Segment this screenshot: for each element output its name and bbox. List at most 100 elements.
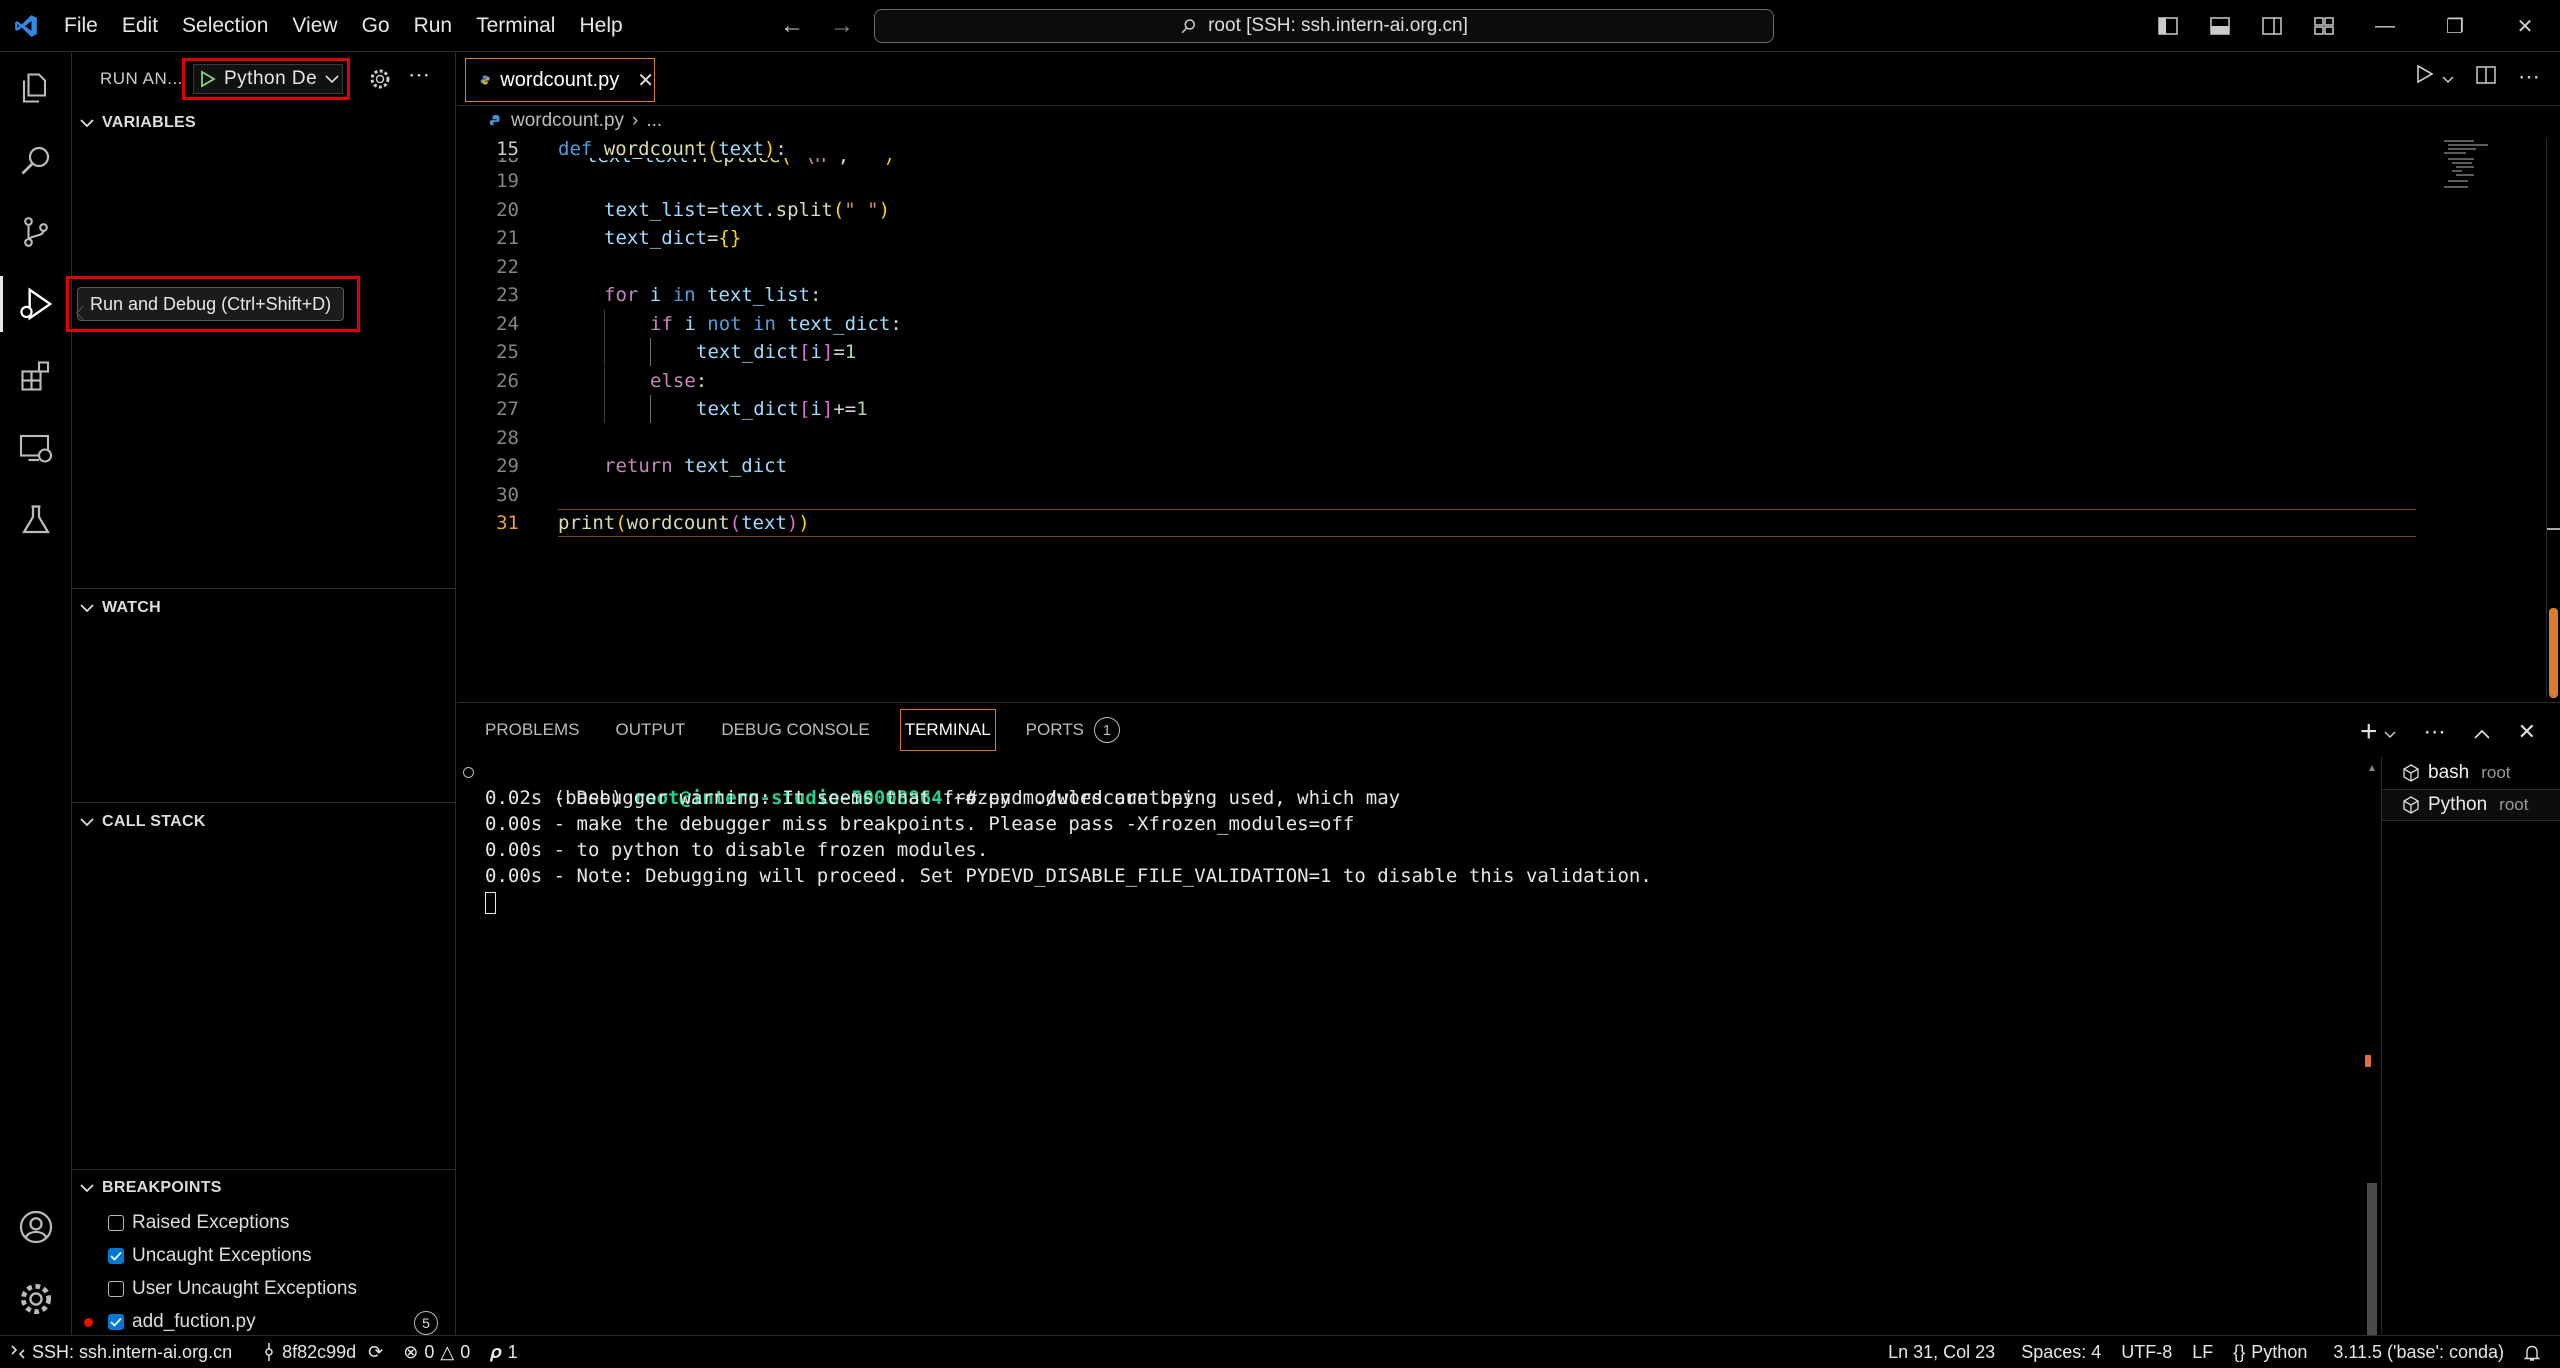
sync-icon[interactable]: ⟳ bbox=[368, 1342, 383, 1363]
terminal-list-item-python[interactable]: Python root bbox=[2382, 789, 2560, 821]
panel-more-actions-icon[interactable]: ⋯ bbox=[2424, 719, 2446, 745]
minimap[interactable] bbox=[2440, 138, 2520, 198]
manage-gear-icon[interactable] bbox=[0, 1263, 72, 1335]
editor-tabs: wordcount.py ✕ ⋯ bbox=[457, 52, 2560, 106]
source-control-icon[interactable] bbox=[0, 196, 72, 268]
breakpoint-label: User Uncaught Exceptions bbox=[132, 1277, 357, 1299]
sticky-scroll-line[interactable]: 15 def wordcount(text): bbox=[457, 138, 2417, 160]
customize-layout-icon[interactable] bbox=[2298, 0, 2350, 52]
encoding[interactable]: UTF-8 bbox=[2111, 1336, 2182, 1368]
menu-terminal[interactable]: Terminal bbox=[464, 0, 567, 52]
launch-config-label: Python De bbox=[224, 68, 318, 89]
terminal-scroll-marker bbox=[2365, 1055, 2371, 1067]
checkbox[interactable] bbox=[108, 1214, 124, 1231]
split-editor-icon[interactable] bbox=[2476, 64, 2496, 90]
run-python-file-icon[interactable] bbox=[2416, 64, 2434, 90]
checkbox[interactable] bbox=[108, 1280, 124, 1297]
line-number: 21 bbox=[496, 227, 519, 250]
more-actions-icon[interactable]: ⋯ bbox=[408, 62, 431, 88]
command-decoration-icon[interactable] bbox=[463, 767, 474, 778]
editor-scrollbar[interactable] bbox=[2546, 138, 2560, 698]
tab-ports[interactable]: PORTS 1 bbox=[1026, 709, 1120, 751]
menu-view[interactable]: View bbox=[280, 0, 349, 52]
menu-help[interactable]: Help bbox=[567, 0, 634, 52]
language-mode[interactable]: {} Python bbox=[2223, 1336, 2317, 1368]
breakpoints-header[interactable]: BREAKPOINTS bbox=[72, 1170, 456, 1206]
call-stack-section: CALL STACK bbox=[72, 802, 456, 1182]
checkbox-checked[interactable] bbox=[108, 1313, 124, 1330]
notifications-bell-icon[interactable] bbox=[2514, 1336, 2550, 1368]
terminal-list-item-bash[interactable]: bash root bbox=[2382, 757, 2560, 789]
tab-output[interactable]: OUTPUT bbox=[615, 709, 685, 751]
forward-arrow-icon[interactable]: → bbox=[830, 12, 854, 40]
toggle-panel-icon[interactable] bbox=[2194, 0, 2246, 52]
close-window-icon[interactable]: ✕ bbox=[2490, 0, 2560, 52]
toggle-secondary-sidebar-icon[interactable] bbox=[2246, 0, 2298, 52]
tab-label: DEBUG CONSOLE bbox=[721, 720, 870, 739]
back-arrow-icon[interactable]: ← bbox=[780, 12, 804, 40]
accounts-icon[interactable] bbox=[0, 1191, 72, 1263]
tab-wordcount[interactable]: wordcount.py ✕ bbox=[465, 58, 655, 102]
menu-run[interactable]: Run bbox=[402, 0, 465, 52]
menu-edit[interactable]: Edit bbox=[110, 0, 170, 52]
chevron-down-icon bbox=[325, 75, 339, 84]
extensions-icon[interactable] bbox=[0, 340, 72, 412]
testing-icon[interactable] bbox=[0, 484, 72, 556]
breakpoint-file[interactable]: add_fuction.py 5 bbox=[72, 1305, 456, 1338]
search-view-icon[interactable] bbox=[0, 124, 72, 196]
code-line-current: 31 print(wordcount(text)) bbox=[457, 509, 2417, 538]
menu-file[interactable]: File bbox=[52, 0, 110, 52]
breakpoint-raised-exceptions[interactable]: Raised Exceptions bbox=[72, 1206, 456, 1239]
explorer-icon[interactable] bbox=[0, 52, 72, 124]
breakpoint-uncaught-exceptions[interactable]: Uncaught Exceptions bbox=[72, 1239, 456, 1272]
close-tab-icon[interactable]: ✕ bbox=[637, 68, 654, 93]
git-commit-icon bbox=[265, 1343, 273, 1361]
code-line: 21 text_dict={} bbox=[457, 224, 2417, 253]
run-and-debug-icon[interactable] bbox=[0, 268, 72, 340]
close-panel-icon[interactable]: ✕ bbox=[2518, 719, 2536, 745]
code-editor[interactable]: 15 def wordcount(text): 18 text=text.rep… bbox=[457, 138, 2417, 538]
command-center[interactable]: root [SSH: ssh.intern-ai.org.cn] bbox=[874, 9, 1774, 43]
cursor-position[interactable]: Ln 31, Col 23 bbox=[1878, 1336, 2005, 1368]
editor-more-actions-icon[interactable]: ⋯ bbox=[2518, 64, 2540, 90]
branch-indicator[interactable]: 8f82c99d ⟳ bbox=[252, 1336, 393, 1368]
start-debugging-icon[interactable] bbox=[200, 70, 216, 88]
watch-header[interactable]: WATCH bbox=[72, 589, 456, 627]
errors-count: 0 bbox=[424, 1341, 435, 1362]
tab-debug-console[interactable]: DEBUG CONSOLE bbox=[721, 709, 869, 751]
open-launch-json-gear-icon[interactable] bbox=[368, 67, 392, 91]
problems-indicator[interactable]: ⊗ 0 △ 0 bbox=[393, 1336, 480, 1368]
tab-problems[interactable]: PROBLEMS bbox=[485, 709, 579, 751]
restore-icon[interactable]: ❐ bbox=[2420, 0, 2490, 52]
terminal-scrollbar[interactable]: ▲ bbox=[2365, 763, 2377, 1368]
vscode-logo-icon bbox=[0, 0, 52, 52]
breadcrumb-symbol[interactable]: ... bbox=[646, 110, 662, 132]
variables-header[interactable]: VARIABLES bbox=[72, 106, 456, 140]
menu-selection[interactable]: Selection bbox=[170, 0, 280, 52]
call-stack-header[interactable]: CALL STACK bbox=[72, 803, 456, 841]
breadcrumb-file[interactable]: wordcount.py bbox=[511, 110, 624, 132]
checkbox-checked[interactable] bbox=[108, 1247, 124, 1264]
line-number: 26 bbox=[496, 369, 519, 392]
maximize-panel-chevron-up-icon[interactable] bbox=[2473, 719, 2490, 745]
toggle-primary-sidebar-icon[interactable] bbox=[2142, 0, 2194, 52]
ports-indicator[interactable]: 𝝆 1 bbox=[480, 1336, 527, 1368]
terminal[interactable]: (base) root@intern-studio-50008864:~# py… bbox=[457, 759, 2379, 1329]
indentation[interactable]: Spaces: 4 bbox=[2011, 1336, 2111, 1368]
python-interpreter[interactable]: 3.11.5 ('base': conda) bbox=[2323, 1336, 2514, 1368]
minimize-icon[interactable]: — bbox=[2350, 0, 2420, 52]
chevron-down-icon[interactable] bbox=[2384, 719, 2396, 745]
remote-indicator[interactable]: SSH: ssh.intern-ai.org.cn bbox=[0, 1336, 242, 1368]
code-text: text_list=text.split(" ") bbox=[604, 198, 891, 221]
line-number: 15 bbox=[496, 138, 519, 160]
editor-scrollbar-thumb[interactable] bbox=[2549, 608, 2558, 698]
tab-label: OUTPUT bbox=[615, 720, 686, 739]
end-of-line[interactable]: LF bbox=[2182, 1336, 2223, 1368]
chevron-down-icon[interactable] bbox=[2442, 64, 2454, 90]
menu-go[interactable]: Go bbox=[350, 0, 402, 52]
remote-explorer-icon[interactable] bbox=[0, 412, 72, 484]
tab-terminal[interactable]: TERMINAL bbox=[899, 709, 996, 751]
breakpoint-user-uncaught-exceptions[interactable]: User Uncaught Exceptions bbox=[72, 1272, 456, 1305]
launch-config-dropdown[interactable]: Python De bbox=[193, 64, 343, 94]
new-terminal-plus-icon[interactable]: + bbox=[2360, 715, 2378, 749]
